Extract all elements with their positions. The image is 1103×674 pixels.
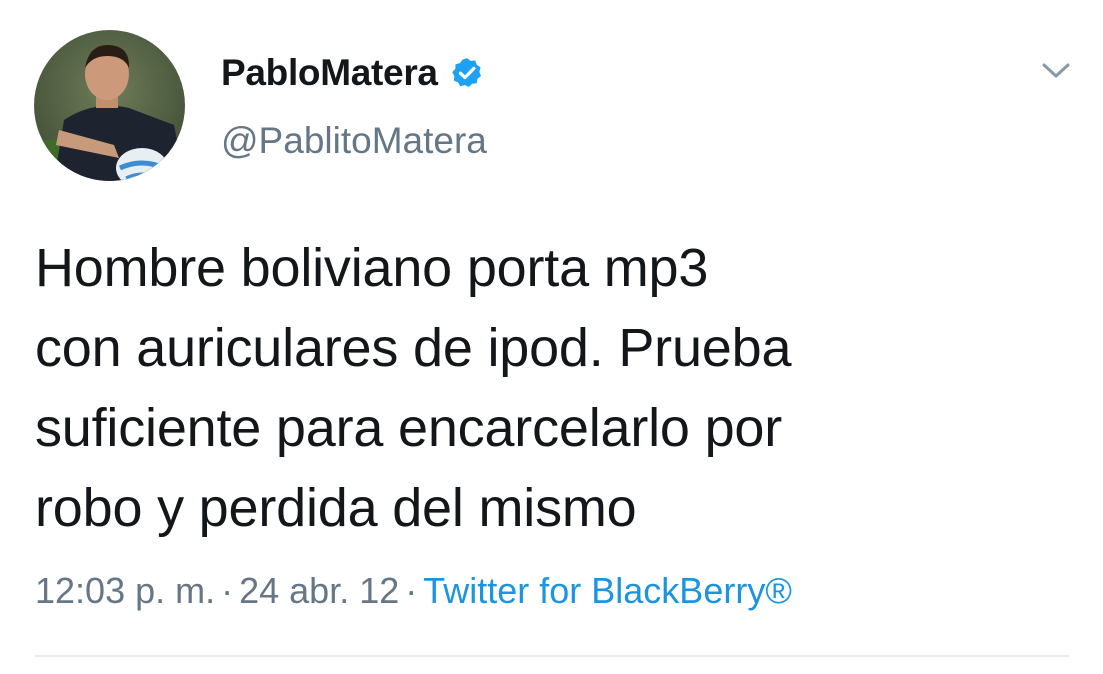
tweet-text: Hombre boliviano porta mp3 con auricular… [35, 238, 792, 538]
tweet-meta: 12:03 p. m. · 24 abr. 12 · Twitter for Black… [35, 570, 792, 612]
meta-separator: · [405, 570, 418, 611]
display-name[interactable]: PabloMatera [221, 52, 438, 94]
chevron-down-icon[interactable] [1038, 58, 1074, 84]
avatar-photo [34, 30, 185, 181]
tweet-date[interactable]: 24 abr. 12 [239, 570, 399, 611]
tweet-card: PabloMatera @PablitoMatera Hombre bolivi… [0, 0, 1103, 674]
meta-separator: · [221, 570, 234, 611]
user-handle[interactable]: @PablitoMatera [221, 120, 487, 162]
verified-badge-icon [450, 56, 484, 90]
tweet-time[interactable]: 12:03 p. m. [35, 570, 215, 611]
name-row: PabloMatera [221, 50, 484, 96]
tweet-source-link[interactable]: Twitter for BlackBerry® [423, 570, 792, 611]
avatar[interactable] [34, 30, 185, 181]
divider [35, 655, 1069, 657]
